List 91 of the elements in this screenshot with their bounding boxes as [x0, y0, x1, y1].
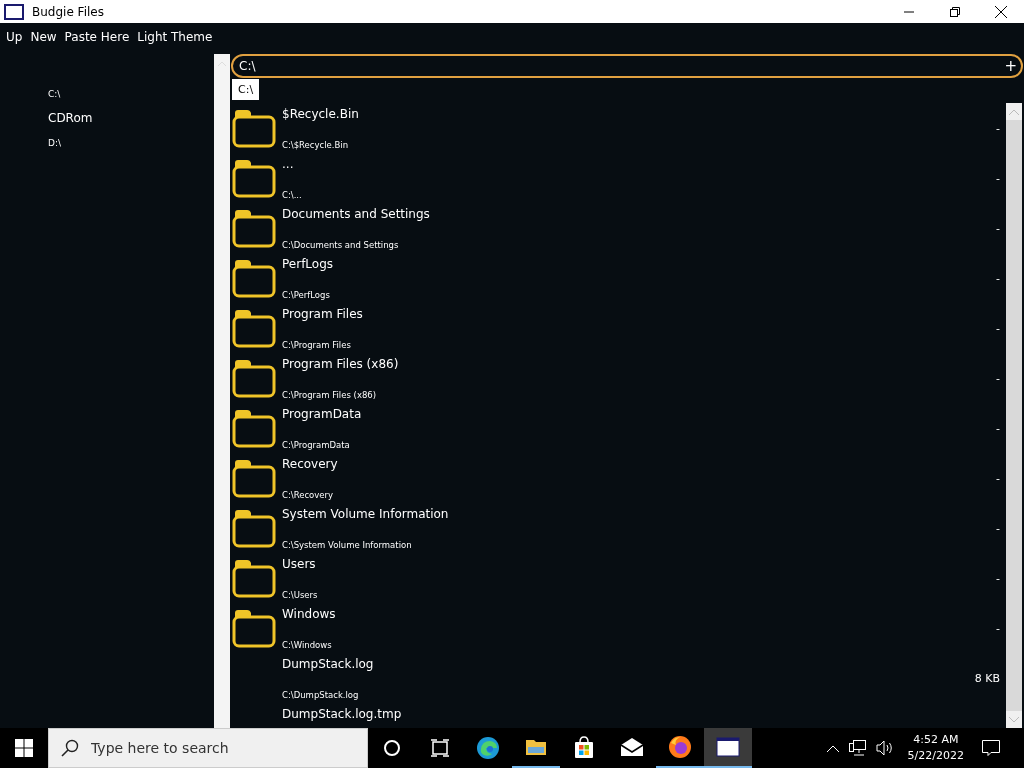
clock-date[interactable]: 5/22/2022 [907, 748, 964, 764]
file-path: C:\Documents and Settings [282, 240, 400, 250]
file-path: C:\PerfLogs [282, 290, 331, 300]
file-name: Users [282, 557, 317, 571]
scrollbar[interactable] [214, 54, 230, 728]
file-row[interactable]: Users C:\Users - [230, 553, 1006, 603]
folder-icon [232, 458, 276, 498]
search-icon [61, 739, 79, 757]
sidebar-item[interactable]: C:\ [48, 82, 61, 105]
file-row[interactable]: ... C:\... - [230, 153, 1006, 203]
file-size: - [996, 471, 1000, 485]
file-size: - [996, 121, 1000, 135]
shopping-bag-icon [572, 736, 596, 760]
suggestion-item[interactable]: C:\ [232, 79, 260, 100]
file-row[interactable]: PerfLogs C:\PerfLogs - [230, 253, 1006, 303]
chevron-up-icon[interactable] [826, 744, 839, 752]
folder-icon [232, 608, 276, 648]
file-row[interactable]: Program Files (x86) C:\Program Files (x86) - [230, 353, 1006, 403]
file-row[interactable]: DumpStack.log C:\DumpStack.log 8 KB [230, 653, 1006, 703]
folder-icon [232, 508, 276, 548]
file-size: - [996, 421, 1000, 435]
file-size: - [996, 371, 1000, 385]
sidebar-group-label[interactable]: CDRom [48, 105, 93, 131]
folder-icon [232, 408, 276, 448]
menu-item[interactable]: Light Theme [134, 29, 216, 44]
folder-icon [232, 258, 276, 298]
folder-icon [232, 308, 276, 348]
file-name: Documents and Settings [282, 207, 430, 221]
network-icon[interactable] [848, 740, 866, 756]
file-name: PerfLogs [282, 257, 334, 271]
file-size: - [996, 171, 1000, 185]
file-path: C:\$Recycle.Bin [282, 140, 350, 150]
folder-icon [232, 358, 276, 398]
file-size: 8 KB [974, 671, 1000, 685]
restore-icon [950, 6, 960, 17]
file-row[interactable]: DumpStack.log.tmp [230, 703, 1006, 728]
sidebar-item[interactable]: D:\ [48, 131, 61, 154]
file-size: - [996, 621, 1000, 635]
clock-time[interactable]: 4:52 AM [913, 732, 959, 748]
file-row[interactable]: $Recycle.Bin C:\$Recycle.Bin - [230, 103, 1006, 153]
file-row[interactable]: Windows C:\Windows - [230, 603, 1006, 653]
file-size: - [996, 221, 1000, 235]
folder-icon [232, 558, 276, 598]
file-row[interactable]: ProgramData C:\ProgramData - [230, 403, 1006, 453]
menu-item[interactable]: Paste Here [61, 29, 133, 44]
window-icon [716, 735, 740, 759]
file-path: C:\Program Files (x86) [282, 390, 378, 400]
folder-icon [232, 158, 276, 198]
task-view-icon [428, 736, 452, 760]
file-size: - [996, 321, 1000, 335]
add-button[interactable]: + [1004, 58, 1017, 74]
file-size: - [996, 521, 1000, 535]
notification-icon[interactable] [982, 739, 1000, 757]
path-field[interactable]: C:\ + [231, 54, 1023, 78]
folder-icon [232, 108, 276, 148]
taskbar-search-field[interactable]: Type here to search [48, 728, 368, 768]
file-row[interactable]: Program Files C:\Program Files - [230, 303, 1006, 353]
file-path: C:\DumpStack.log [282, 690, 360, 700]
file-name: DumpStack.log.tmp [282, 707, 402, 721]
window-title: Budgie Files [32, 4, 104, 19]
file-path: C:\Program Files [282, 340, 352, 350]
file-row[interactable]: System Volume Information C:\System Volume Information - [230, 503, 1006, 553]
file-name: $Recycle.Bin [282, 107, 359, 121]
file-path: C:\Recovery [282, 490, 335, 500]
speaker-icon[interactable] [875, 740, 894, 756]
file-path: C:\Windows [282, 640, 333, 650]
file-name: DumpStack.log [282, 657, 374, 671]
menu-item[interactable]: New [27, 29, 60, 44]
close-icon [995, 5, 1007, 18]
file-size: - [996, 271, 1000, 285]
file-name: Windows [282, 607, 336, 621]
file-name: ... [282, 157, 295, 171]
file-path: C:\... [282, 190, 302, 200]
folder-icon [232, 208, 276, 248]
file-size: - [996, 571, 1000, 585]
file-name: ProgramData [282, 407, 362, 421]
search-input[interactable]: Type here to search [89, 739, 367, 757]
file-row[interactable]: Documents and Settings C:\Documents and Settings - [230, 203, 1006, 253]
window-icon [4, 3, 24, 20]
edge-browser-icon [476, 736, 500, 760]
file-name: Program Files [282, 307, 363, 321]
file-name: Recovery [282, 457, 338, 471]
file-name: System Volume Information [282, 507, 449, 521]
firefox-browser-icon [668, 735, 692, 759]
file-name: Program Files (x86) [282, 357, 399, 371]
menu-item[interactable]: Up [3, 29, 26, 44]
file-path: C:\System Volume Information [282, 540, 413, 550]
taskbar-app-button[interactable] [704, 728, 752, 768]
file-path: C:\ProgramData [282, 440, 351, 450]
file-row[interactable]: Recovery C:\Recovery - [230, 453, 1006, 503]
file-path: C:\Users [282, 590, 318, 600]
